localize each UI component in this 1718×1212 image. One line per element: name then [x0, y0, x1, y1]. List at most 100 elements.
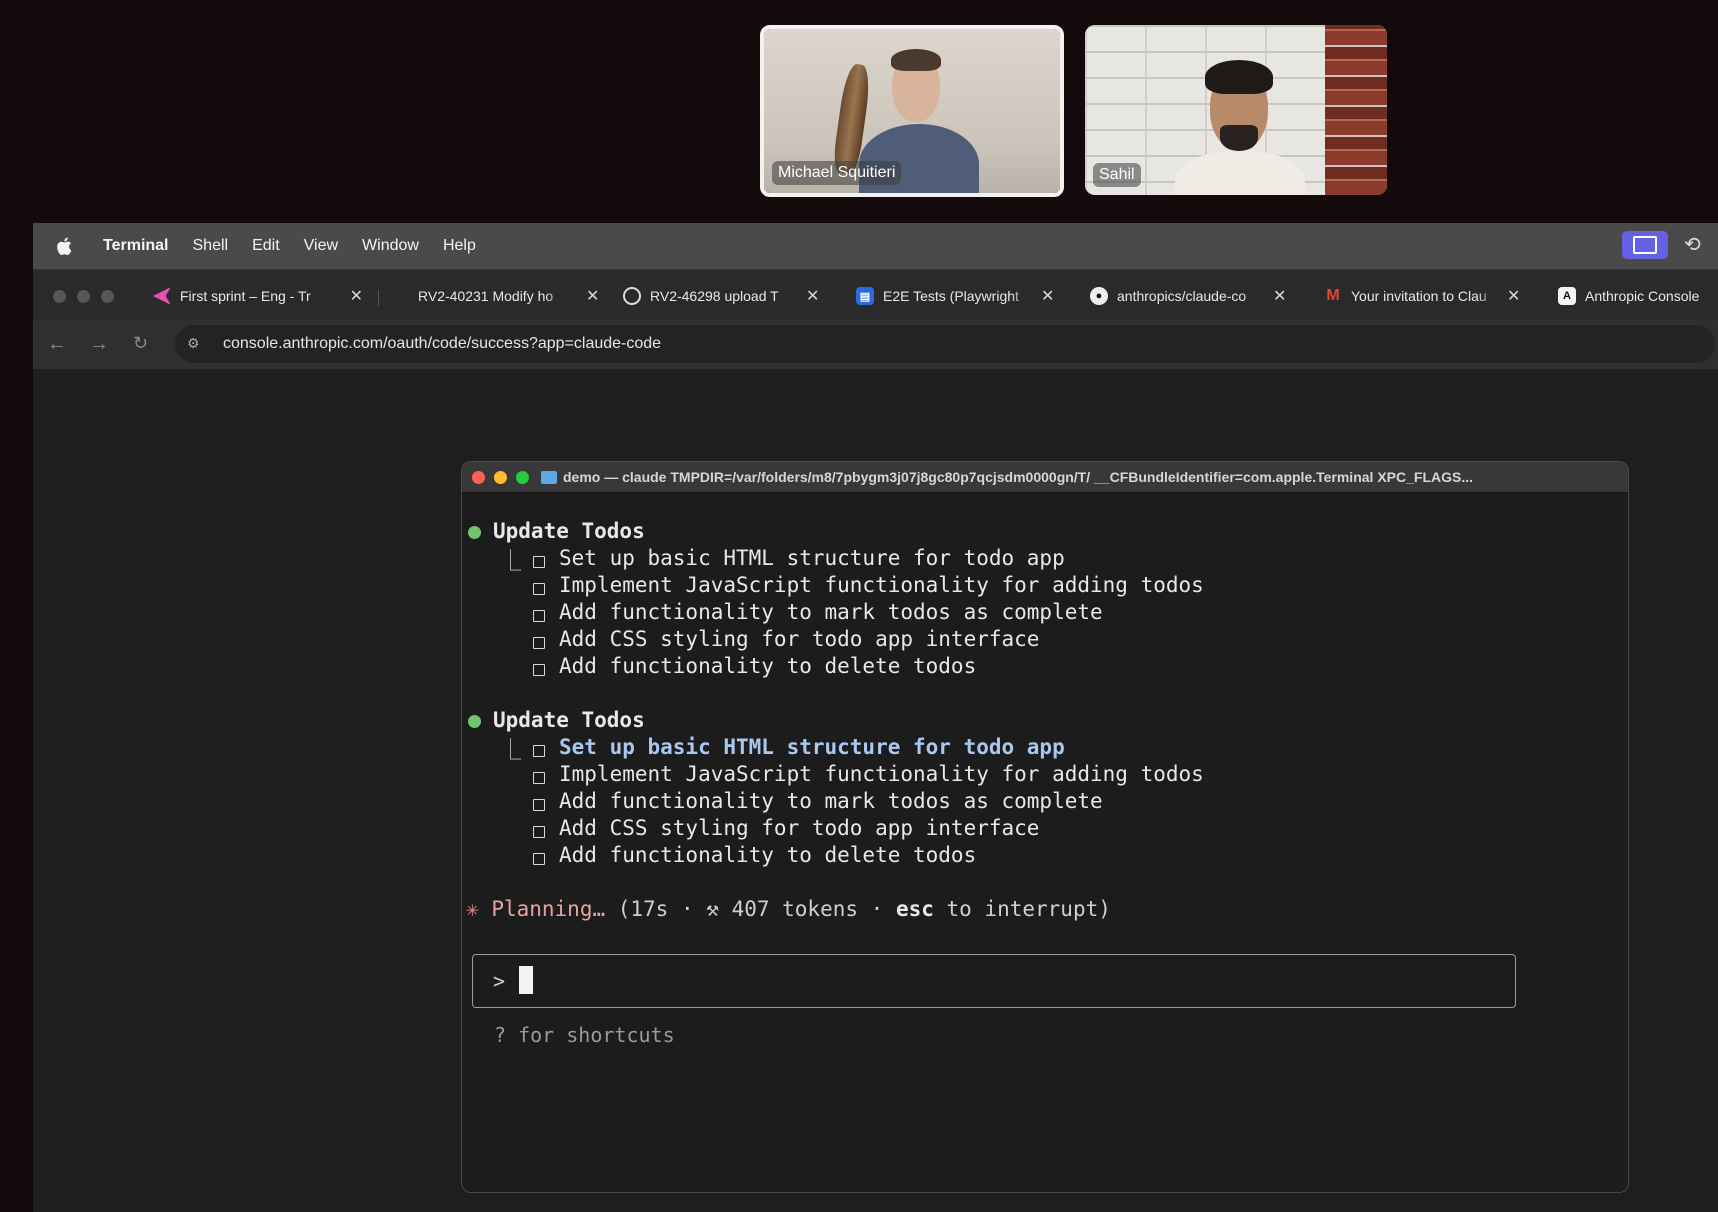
forward-icon[interactable]: → — [89, 333, 109, 356]
tree-branch-icon: ⎿ — [500, 549, 521, 573]
status-line: ✳ Planning… (17s · ⚒ 407 tokens · esc to… — [466, 897, 1111, 921]
zoom-icon[interactable] — [516, 470, 529, 484]
control-center-icon[interactable]: ⟲ — [1684, 234, 1706, 256]
tab-title: RV2-40231 Modify ho — [418, 288, 554, 304]
browser-address-bar: ← → ↻ ⚙ console.anthropic.com/oauth/code… — [33, 319, 1718, 369]
shared-screen: Terminal Shell Edit View Window Help ⟲ F… — [33, 223, 1718, 1212]
terminal-title: demo — claude TMPDIR=/var/folders/m8/7pb… — [563, 469, 1473, 485]
status-label: Planning… — [491, 897, 606, 921]
window-zoom-dim-icon[interactable] — [101, 290, 114, 303]
browser-tab[interactable]: First sprint – Eng - Tr ✕ — [153, 282, 363, 310]
site-settings-icon[interactable]: ⚙ — [187, 335, 205, 353]
status-elapsed: (17s · — [605, 897, 707, 921]
status-dot-icon — [468, 715, 481, 728]
terminal-window[interactable]: demo — claude TMPDIR=/var/folders/m8/7pb… — [461, 461, 1629, 1193]
github-icon: ● — [1090, 287, 1108, 305]
person-hair — [891, 49, 941, 71]
browser-tab[interactable]: ● anthropics/claude-co ✕ — [1090, 282, 1300, 310]
tab-title: RV2-46298 upload T — [650, 288, 779, 304]
checkbox-icon — [533, 664, 545, 676]
todo-item: Add CSS styling for todo app interface — [559, 627, 1040, 651]
terminal-titlebar: demo — claude TMPDIR=/var/folders/m8/7pb… — [462, 462, 1628, 493]
menu-shell[interactable]: Shell — [193, 237, 229, 255]
text-cursor — [519, 966, 533, 994]
checkbox-icon — [533, 637, 545, 649]
menu-window[interactable]: Window — [362, 237, 419, 255]
apple-icon[interactable] — [55, 236, 73, 256]
back-icon[interactable]: ← — [47, 333, 67, 356]
menu-app-terminal[interactable]: Terminal — [103, 237, 169, 255]
menubar-status-area: ⟲ — [1622, 231, 1718, 259]
todo-item: Implement JavaScript functionality for a… — [559, 573, 1204, 597]
tree-branch-icon: ⎿ — [500, 738, 521, 762]
checkbox-icon — [533, 556, 545, 568]
tab-close-icon[interactable]: ✕ — [1507, 286, 1520, 306]
menu-view[interactable]: View — [304, 237, 338, 255]
anthropic-icon: A — [1558, 287, 1576, 305]
tab-title: First sprint – Eng - Tr — [180, 288, 311, 304]
window-close-dim-icon[interactable] — [53, 290, 66, 303]
tab-close-icon[interactable]: ✕ — [586, 286, 599, 306]
browser-tab[interactable]: RV2-46298 upload T ✕ — [623, 282, 833, 310]
minimize-icon[interactable] — [494, 470, 507, 484]
tab-title: E2E Tests (Playwright — [883, 288, 1019, 304]
document-icon: ▤ — [856, 287, 874, 305]
prompt-input[interactable]: > — [472, 954, 1516, 1008]
github-x-icon — [623, 287, 641, 305]
brick-wall — [1325, 25, 1387, 195]
todo-item: Set up basic HTML structure for todo app — [559, 546, 1065, 570]
close-icon[interactable] — [472, 470, 485, 484]
reload-icon[interactable]: ↻ — [133, 333, 148, 354]
participant-name: Sahil — [1093, 163, 1141, 187]
browser-tab[interactable]: ▤ E2E Tests (Playwright ✕ — [856, 282, 1066, 310]
tab-title: anthropics/claude-co — [1117, 288, 1247, 304]
url-text: console.anthropic.com/oauth/code/success… — [223, 335, 662, 352]
browser-tab[interactable]: RV2-40231 Modify ho ✕ — [418, 282, 628, 310]
person-hair — [1205, 60, 1273, 94]
block-heading: Update Todos — [493, 519, 645, 543]
status-dot-icon — [468, 526, 481, 539]
block-heading: Update Todos — [493, 708, 645, 732]
screen-share-icon[interactable] — [1622, 231, 1668, 259]
tab-title: Your invitation to Clau — [1351, 288, 1487, 304]
checkbox-icon — [533, 799, 545, 811]
tool-icon: ⚒ — [706, 897, 719, 921]
menu-help[interactable]: Help — [443, 237, 476, 255]
browser-tab[interactable]: M Your invitation to Clau ✕ — [1324, 282, 1534, 310]
tab-title: Anthropic Console — [1585, 288, 1700, 304]
macos-menubar: Terminal Shell Edit View Window Help ⟲ — [33, 223, 1718, 269]
browser-tab-bar: First sprint – Eng - Tr ✕ RV2-40231 Modi… — [33, 269, 1718, 320]
todo-item: Implement JavaScript functionality for a… — [559, 762, 1204, 786]
todo-item: Add functionality to delete todos — [559, 843, 977, 867]
participant-name: Michael Squitieri — [772, 161, 902, 185]
todo-item-current: Set up basic HTML structure for todo app — [559, 735, 1065, 759]
folder-icon — [541, 470, 557, 484]
todo-item: Add CSS styling for todo app interface — [559, 816, 1040, 840]
gmail-icon: M — [1326, 287, 1340, 304]
shortcuts-hint: ? for shortcuts — [494, 1023, 675, 1047]
todo-item: Add functionality to delete todos — [559, 654, 977, 678]
checkbox-icon — [533, 583, 545, 595]
video-tile-michael[interactable]: Michael Squitieri — [760, 25, 1064, 197]
tab-close-icon[interactable]: ✕ — [1273, 286, 1286, 306]
checkbox-icon — [533, 745, 545, 757]
window-minimize-dim-icon[interactable] — [77, 290, 90, 303]
checkbox-icon — [533, 610, 545, 622]
status-key: esc — [895, 897, 934, 921]
status-tokens: 407 tokens · — [718, 897, 896, 921]
browser-tab[interactable]: A Anthropic Console — [1558, 282, 1718, 310]
tab-close-icon[interactable]: ✕ — [350, 286, 363, 306]
todo-item: Add functionality to mark todos as compl… — [559, 600, 1103, 624]
todo-item: Add functionality to mark todos as compl… — [559, 789, 1103, 813]
clickup-icon — [153, 287, 171, 305]
tab-close-icon[interactable]: ✕ — [1041, 286, 1054, 306]
spinner-icon: ✳ — [466, 897, 479, 921]
tab-close-icon[interactable]: ✕ — [806, 286, 819, 306]
url-field[interactable]: ⚙ console.anthropic.com/oauth/code/succe… — [175, 325, 1715, 363]
video-tile-sahil[interactable]: Sahil — [1085, 25, 1387, 195]
menu-edit[interactable]: Edit — [252, 237, 280, 255]
status-tail: to interrupt) — [933, 897, 1111, 921]
tab-separator — [378, 290, 379, 306]
person-beard — [1220, 125, 1258, 151]
checkbox-icon — [533, 853, 545, 865]
